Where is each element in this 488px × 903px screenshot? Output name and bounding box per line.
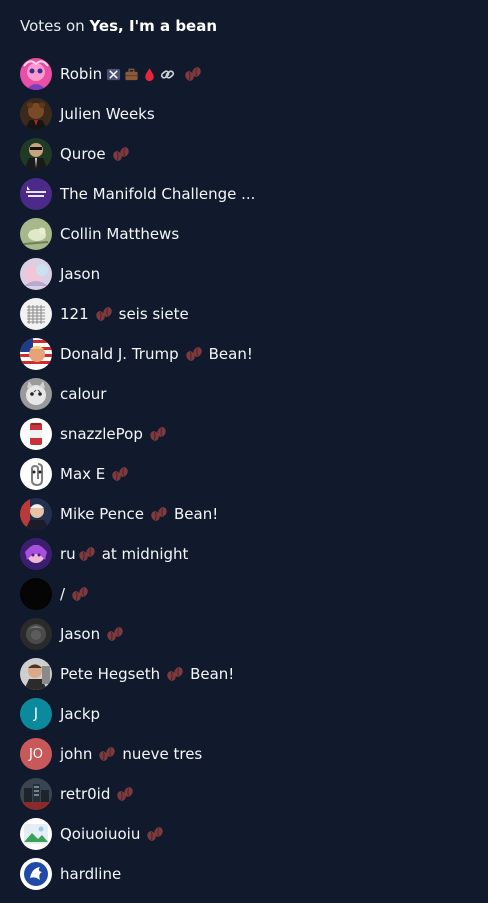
voter-name[interactable]: Max E	[60, 464, 105, 484]
bean-icon	[112, 146, 130, 162]
voter-bio: seis siete	[118, 305, 189, 323]
bean-icon	[111, 466, 129, 482]
crossed-swords-icon	[107, 68, 121, 80]
bean-icon	[184, 66, 202, 82]
bean-icon	[106, 626, 124, 642]
avatar[interactable]	[20, 338, 52, 370]
bean-icon	[78, 546, 96, 562]
avatar[interactable]: J	[20, 698, 52, 730]
avatar-initials: JO	[28, 746, 44, 762]
voter-bio: Bean!	[190, 665, 235, 683]
voter-name[interactable]: Julien Weeks	[60, 104, 155, 124]
voter-bio: at midnight	[101, 545, 189, 563]
voter-name[interactable]: Pete Hegseth	[60, 664, 160, 684]
voter-name[interactable]: Jackp	[60, 704, 100, 724]
voter-row[interactable]: Jason	[20, 614, 460, 654]
link-icon	[161, 69, 175, 79]
profile-flair	[106, 67, 178, 82]
avatar[interactable]	[20, 258, 52, 290]
voter-name[interactable]: retr0id	[60, 784, 110, 804]
voter-name[interactable]: The Manifold Challenge ...	[60, 184, 255, 204]
voter-name[interactable]: Quroe	[60, 144, 106, 164]
bean-icon	[95, 306, 113, 322]
avatar[interactable]	[20, 58, 52, 90]
avatar[interactable]	[20, 378, 52, 410]
avatar[interactable]	[20, 138, 52, 170]
voter-name[interactable]: snazzlePop	[60, 424, 143, 444]
avatar[interactable]	[20, 818, 52, 850]
bean-icon	[150, 506, 168, 522]
avatar[interactable]	[20, 218, 52, 250]
avatar[interactable]	[20, 98, 52, 130]
voter-name[interactable]: john	[60, 744, 92, 764]
voter-row[interactable]: /	[20, 574, 460, 614]
voter-row[interactable]: Mike Pence Bean!	[20, 494, 460, 534]
votes-header-prefix: Votes on	[20, 17, 85, 35]
voter-name[interactable]: Jason	[60, 624, 100, 644]
voter-row[interactable]: Jason	[20, 254, 460, 294]
bean-icon	[71, 586, 89, 602]
avatar[interactable]	[20, 418, 52, 450]
voter-row[interactable]: Collin Matthews	[20, 214, 460, 254]
votes-panel: Votes on Yes, I'm a bean Robin Julien We…	[0, 0, 488, 903]
avatar[interactable]	[20, 458, 52, 490]
voter-row[interactable]: The Manifold Challenge ...	[20, 174, 460, 214]
bean-icon	[185, 346, 203, 362]
avatar[interactable]	[20, 658, 52, 690]
voter-name[interactable]: Mike Pence	[60, 504, 144, 524]
avatar[interactable]	[20, 298, 52, 330]
voter-row[interactable]: Pete Hegseth Bean!	[20, 654, 460, 694]
voter-row[interactable]: Quroe	[20, 134, 460, 174]
voter-name[interactable]: hardline	[60, 864, 121, 884]
voter-list: Robin Julien Weeks Quroe The Manifold Ch…	[20, 54, 460, 894]
voter-row[interactable]: 121 seis siete	[20, 294, 460, 334]
avatar[interactable]	[20, 498, 52, 530]
votes-header-answer: Yes, I'm a bean	[89, 17, 218, 35]
bean-icon	[149, 426, 167, 442]
voter-row[interactable]: retr0id	[20, 774, 460, 814]
avatar[interactable]	[20, 178, 52, 210]
voter-name[interactable]: 121	[60, 304, 89, 324]
bean-icon	[98, 746, 116, 762]
voter-row[interactable]: Julien Weeks	[20, 94, 460, 134]
voter-row[interactable]: hardline	[20, 854, 460, 894]
voter-row[interactable]: calour	[20, 374, 460, 414]
bean-icon	[116, 786, 134, 802]
avatar[interactable]	[20, 618, 52, 650]
drop-icon	[145, 67, 154, 81]
voter-row[interactable]: Robin	[20, 54, 460, 94]
votes-header: Votes on Yes, I'm a bean	[20, 15, 217, 37]
voter-name[interactable]: Qoiuoiuoiu	[60, 824, 140, 844]
voter-name[interactable]: calour	[60, 384, 106, 404]
voter-name[interactable]: Jason	[60, 264, 100, 284]
briefcase-icon	[125, 68, 138, 80]
voter-name[interactable]: Donald J. Trump	[60, 344, 179, 364]
bean-icon	[146, 826, 164, 842]
voter-bio: Bean!	[208, 345, 253, 363]
voter-name[interactable]: Robin	[60, 64, 102, 84]
avatar[interactable]: JO	[20, 738, 52, 770]
bean-icon	[166, 666, 184, 682]
voter-row[interactable]: snazzlePop	[20, 414, 460, 454]
voter-bio: Bean!	[173, 505, 219, 523]
avatar[interactable]	[20, 538, 52, 570]
voter-row[interactable]: Donald J. Trump Bean!	[20, 334, 460, 374]
avatar-initials: J	[33, 706, 39, 722]
voter-row[interactable]: J Jackp	[20, 694, 460, 734]
voter-row[interactable]: Qoiuoiuoiu	[20, 814, 460, 854]
voter-name[interactable]: /	[60, 584, 65, 604]
avatar[interactable]	[20, 858, 52, 890]
voter-row[interactable]: ru at midnight	[20, 534, 460, 574]
avatar[interactable]	[20, 778, 52, 810]
voter-row[interactable]: Max E	[20, 454, 460, 494]
voter-bio: nueve tres	[122, 745, 203, 763]
voter-name[interactable]: ru	[60, 544, 76, 564]
avatar[interactable]	[20, 578, 52, 610]
voter-row[interactable]: JO john nueve tres	[20, 734, 460, 774]
voter-name[interactable]: Collin Matthews	[60, 224, 179, 244]
